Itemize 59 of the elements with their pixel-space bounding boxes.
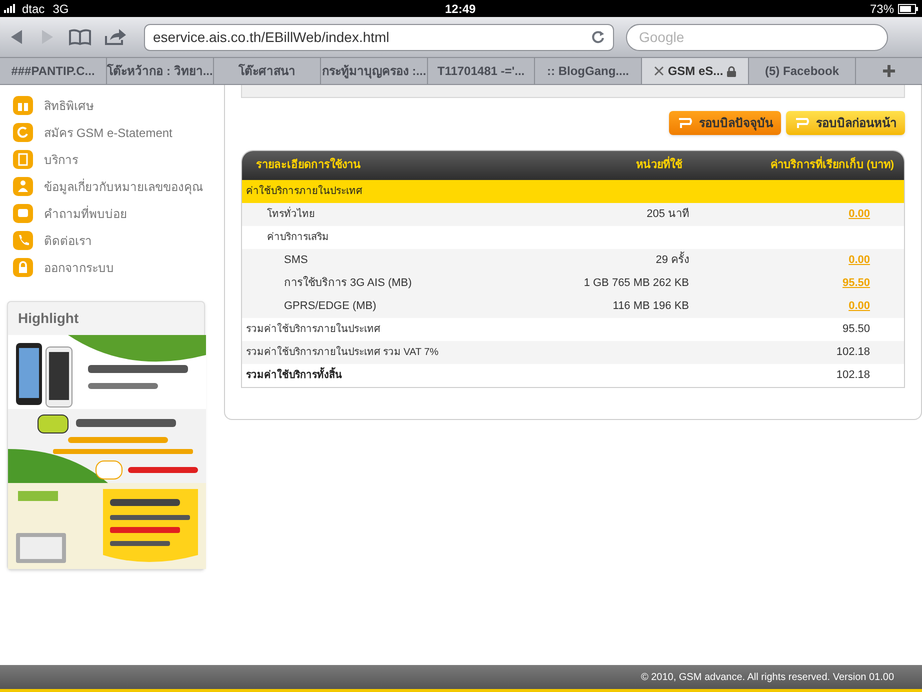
table-cell-text: 95.50 bbox=[842, 322, 870, 338]
table-cell-text: 1 GB 765 MB 262 KB bbox=[582, 276, 689, 292]
table-cell-text: 205 นาที bbox=[646, 206, 689, 222]
sidebar-link[interactable]: ข้อมูลเกี่ยวกับหมายเลขของคุณ bbox=[44, 178, 203, 196]
tab-title: T11701481 -='... bbox=[437, 63, 525, 80]
table-cell-text: SMS bbox=[283, 253, 309, 268]
sidebar-link[interactable]: ออกจากระบบ bbox=[44, 258, 114, 276]
search-field[interactable]: Google bbox=[626, 24, 888, 50]
battery-level: 73% bbox=[870, 0, 894, 18]
sidebar-link[interactable]: ติดต่อเรา bbox=[44, 232, 92, 250]
table-cell: รวมค่าใช้บริการทั้งสิ้น bbox=[242, 368, 534, 383]
sidebar-link[interactable]: สิทธิพิเศษ bbox=[44, 96, 94, 114]
column-header: หน่วยที่ใช้ bbox=[542, 157, 682, 174]
table-cell-text: GPRS/EDGE (MB) bbox=[283, 299, 378, 314]
tab-title: GSM eS... bbox=[668, 63, 724, 80]
tab-title: โต๊ะศาสนา bbox=[238, 62, 296, 80]
table-cell-text: 102.18 bbox=[836, 368, 870, 384]
table-cell-text: 102.18 bbox=[836, 345, 870, 360]
table-cell-text: ค่าใช้บริการภายในประเทศ bbox=[245, 184, 364, 199]
new-tab-icon[interactable] bbox=[883, 65, 895, 77]
card-title: Highlight bbox=[17, 309, 80, 328]
bill-cycle-button[interactable]: รอบบิลก่อนหน้า bbox=[786, 111, 905, 135]
browser-tab[interactable]: GSM eS... bbox=[642, 58, 749, 84]
tab-title: กระทู้มาบุญครอง :... bbox=[322, 63, 426, 80]
column-header: รายละเอียดการใช้งาน bbox=[255, 157, 362, 174]
browser-tab[interactable]: กระทู้มาบุญครอง :... bbox=[321, 58, 428, 84]
battery-icon bbox=[898, 4, 918, 14]
bill-cycle-button[interactable]: รอบบิลปัจจุบัน bbox=[669, 111, 781, 135]
tab-title: โต๊ะหว้ากอ : วิทยา... bbox=[107, 62, 213, 80]
network-type: 3G bbox=[52, 0, 69, 18]
tab-title: ###PANTIP.C... bbox=[11, 63, 95, 80]
browser-tab[interactable]: โต๊ะหว้ากอ : วิทยา... bbox=[107, 58, 214, 84]
sidebar-link[interactable]: คำถามที่พบบ่อย bbox=[44, 204, 127, 222]
table-cell-text: รวมค่าใช้บริการภายในประเทศ bbox=[245, 322, 382, 337]
table-cell-text: การใช้บริการ 3G AIS (MB) bbox=[283, 275, 413, 292]
share-icon[interactable] bbox=[104, 28, 128, 46]
phone-icon bbox=[12, 230, 34, 250]
bookmarks-icon[interactable] bbox=[68, 28, 92, 46]
carrier-name: dtac bbox=[22, 0, 45, 18]
document-icon bbox=[12, 150, 34, 170]
sidebar-link[interactable]: บริการ bbox=[44, 150, 78, 168]
table-cell-text: รวมค่าใช้บริการภายในประเทศ รวม VAT 7% bbox=[245, 345, 440, 360]
column-header: ค่าบริการที่เรียกเก็บ (บาท) bbox=[770, 157, 904, 174]
clock: 12:49 bbox=[445, 0, 476, 18]
table-cell-text: 116 MB 196 KB bbox=[612, 299, 689, 314]
person-icon bbox=[12, 176, 34, 196]
table-cell: 29 ครั้ง bbox=[534, 252, 689, 269]
sidebar-link[interactable]: สมัคร GSM e-Statement bbox=[44, 124, 172, 142]
close-icon[interactable] bbox=[654, 66, 664, 76]
copyright-text: © 2010, GSM advance. All rights reserved. Version 01.00 bbox=[640, 670, 894, 684]
lock-icon bbox=[12, 258, 34, 278]
refresh-icon bbox=[12, 122, 34, 142]
tab-title: (5) Facebook bbox=[764, 63, 839, 80]
tab-title: :: BlogGang.... bbox=[547, 63, 629, 80]
address-field[interactable]: eservice.ais.co.th/EBillWeb/index.html bbox=[144, 24, 614, 50]
table-cell: โทรทั่วไทย bbox=[242, 207, 534, 222]
signal-icon bbox=[4, 4, 18, 13]
table-cell-text: ค่าบริการเสริม bbox=[266, 231, 330, 245]
reload-icon[interactable] bbox=[591, 30, 605, 44]
